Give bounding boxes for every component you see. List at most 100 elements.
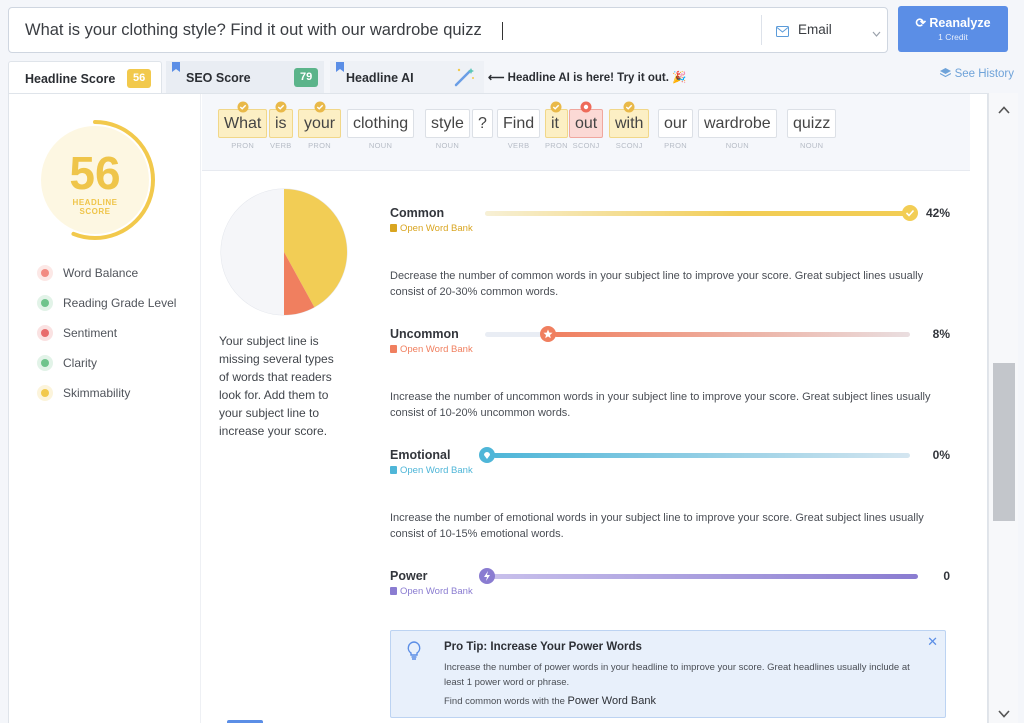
- sentiment-icon: [37, 325, 53, 341]
- headline-score-label: HEADLINE SCORE: [72, 198, 118, 216]
- headline-score-value: 56: [69, 147, 121, 199]
- word-token-text: Find: [497, 109, 541, 138]
- word-token[interactable]: ?: [472, 109, 493, 141]
- tab-headline-score[interactable]: Headline Score 56: [8, 61, 162, 94]
- headline-input[interactable]: [25, 8, 765, 52]
- word-type-advice: Decrease the number of common words in y…: [390, 270, 924, 298]
- word-token-text: What: [218, 109, 268, 138]
- vertical-scrollbar[interactable]: [988, 93, 1018, 723]
- part-of-speech-label: NOUN: [725, 141, 749, 150]
- part-of-speech-label: VERB: [507, 141, 530, 150]
- open-word-bank-link[interactable]: Open Word Bank: [390, 586, 473, 597]
- word-token[interactable]: our PRON: [658, 109, 694, 150]
- word-token[interactable]: wardrobe NOUN: [698, 109, 777, 150]
- word-token[interactable]: Find VERB: [497, 109, 541, 150]
- sidebar-item-label: Reading Grade Level: [63, 296, 177, 310]
- open-word-bank-link[interactable]: Open Word Bank: [390, 344, 473, 355]
- headline-ai-promo[interactable]: ⟵ Headline AI is here! Try it out. 🎉: [488, 70, 686, 84]
- word-token[interactable]: quizz NOUN: [787, 109, 837, 150]
- sidebar-item-label: Sentiment: [63, 326, 118, 340]
- word-token-text: it: [545, 109, 568, 138]
- star-badge-icon: [580, 100, 592, 113]
- check-badge-icon: [275, 100, 287, 113]
- word-type-fill: [485, 211, 910, 216]
- scroll-up-icon[interactable]: [998, 101, 1010, 119]
- word-type-fill: [554, 332, 910, 337]
- sidebar-item-label: Word Balance: [63, 266, 139, 280]
- word-token-text: style: [425, 109, 470, 138]
- word-type-title: Common: [390, 206, 445, 220]
- tab-bar: Headline Score 56 SEO Score 79 Headline …: [8, 61, 1018, 94]
- pro-tip-box: Pro Tip: Increase Your Power Words Incre…: [390, 630, 946, 718]
- word-token[interactable]: is VERB: [269, 101, 293, 150]
- pro-tip-footer: Find common words with the Power Word Ba…: [444, 695, 656, 707]
- word-type-advice: Increase the number of uncommon words in…: [390, 391, 931, 419]
- power-word-bank-link[interactable]: Power Word Bank: [568, 695, 656, 707]
- reading-grade-level-icon: [37, 295, 53, 311]
- word-type-percent: 42%: [925, 206, 950, 220]
- word-token[interactable]: out SCONJ: [569, 101, 604, 150]
- word-type-track: [485, 326, 910, 342]
- tab-label: SEO Score: [186, 71, 251, 85]
- word-type-fill: [485, 574, 918, 579]
- word-type-percent: 0%: [932, 448, 950, 462]
- bookmark-icon: [172, 61, 180, 75]
- open-word-bank-label: Open Word Bank: [400, 223, 473, 234]
- part-of-speech-label: PRON: [664, 141, 687, 150]
- word-token[interactable]: your PRON: [298, 101, 342, 150]
- open-word-bank-label: Open Word Bank: [400, 344, 473, 355]
- tab-headline-ai[interactable]: Headline AI: [330, 61, 484, 94]
- part-of-speech-label: SCONJ: [572, 141, 600, 150]
- open-word-bank-label: Open Word Bank: [400, 586, 473, 597]
- tab-label: Headline Score: [25, 72, 116, 86]
- clarity-icon: [37, 355, 53, 371]
- see-history-label: See History: [954, 68, 1014, 80]
- word-type-advice: Increase the number of emotional words i…: [390, 512, 924, 540]
- word-type-track: [479, 568, 918, 584]
- book-icon: [390, 345, 397, 353]
- open-word-bank-link[interactable]: Open Word Bank: [390, 465, 473, 476]
- tab-label: Headline AI: [346, 71, 414, 85]
- reanalyze-credit: 1 Credit: [938, 32, 968, 42]
- reanalyze-label: ⟳ Reanalyze: [915, 16, 991, 30]
- book-icon: [390, 466, 397, 474]
- bookmark-icon: [336, 61, 344, 75]
- word-balance-icon: [37, 265, 53, 281]
- scroll-down-icon[interactable]: [998, 705, 1010, 723]
- mail-icon: [776, 24, 789, 42]
- word-token-text: with: [609, 109, 650, 138]
- word-type-track: [485, 205, 918, 221]
- close-icon[interactable]: ✕: [927, 634, 938, 650]
- score-badge: 56: [127, 69, 152, 88]
- word-token[interactable]: clothing NOUN: [347, 109, 415, 150]
- word-balance-summary: Your subject line is missing several typ…: [219, 334, 334, 438]
- word-token[interactable]: style NOUN: [425, 109, 470, 150]
- tab-seo-score[interactable]: SEO Score 79: [166, 61, 324, 94]
- part-of-speech-label: PRON: [231, 141, 255, 150]
- score-sidebar: 56 HEADLINE SCORE Word Balance Reading Gra…: [9, 94, 201, 723]
- skimmability-icon: [37, 385, 53, 401]
- check-badge-icon: [623, 100, 635, 113]
- reanalyze-button[interactable]: ⟳ Reanalyze 1 Credit: [898, 6, 1008, 52]
- part-of-speech-label: NOUN: [800, 141, 824, 150]
- word-token-text: quizz: [787, 109, 837, 138]
- word-token[interactable]: with SCONJ: [609, 101, 650, 150]
- word-token[interactable]: What PRON: [218, 101, 268, 150]
- check-badge-icon: [902, 205, 918, 221]
- scrollbar-thumb[interactable]: [993, 363, 1015, 521]
- layers-icon: [940, 68, 952, 78]
- part-of-speech-label: PRON: [308, 141, 331, 150]
- part-of-speech-label: NOUN: [368, 141, 393, 150]
- open-word-bank-link[interactable]: Open Word Bank: [390, 223, 473, 234]
- word-token-text: ?: [472, 109, 493, 138]
- word-token[interactable]: it PRON: [545, 101, 568, 150]
- see-history-link[interactable]: See History: [940, 68, 1014, 80]
- pro-tip-body: Increase the number of power words in yo…: [444, 662, 910, 688]
- type-select[interactable]: Email: [761, 15, 888, 45]
- text-caret: [502, 22, 503, 40]
- check-badge-icon: [237, 100, 249, 113]
- check-badge-icon: [550, 100, 562, 113]
- word-type-track: [479, 447, 910, 463]
- word-token-text: clothing: [347, 109, 415, 138]
- pie-slice-other: [221, 189, 284, 315]
